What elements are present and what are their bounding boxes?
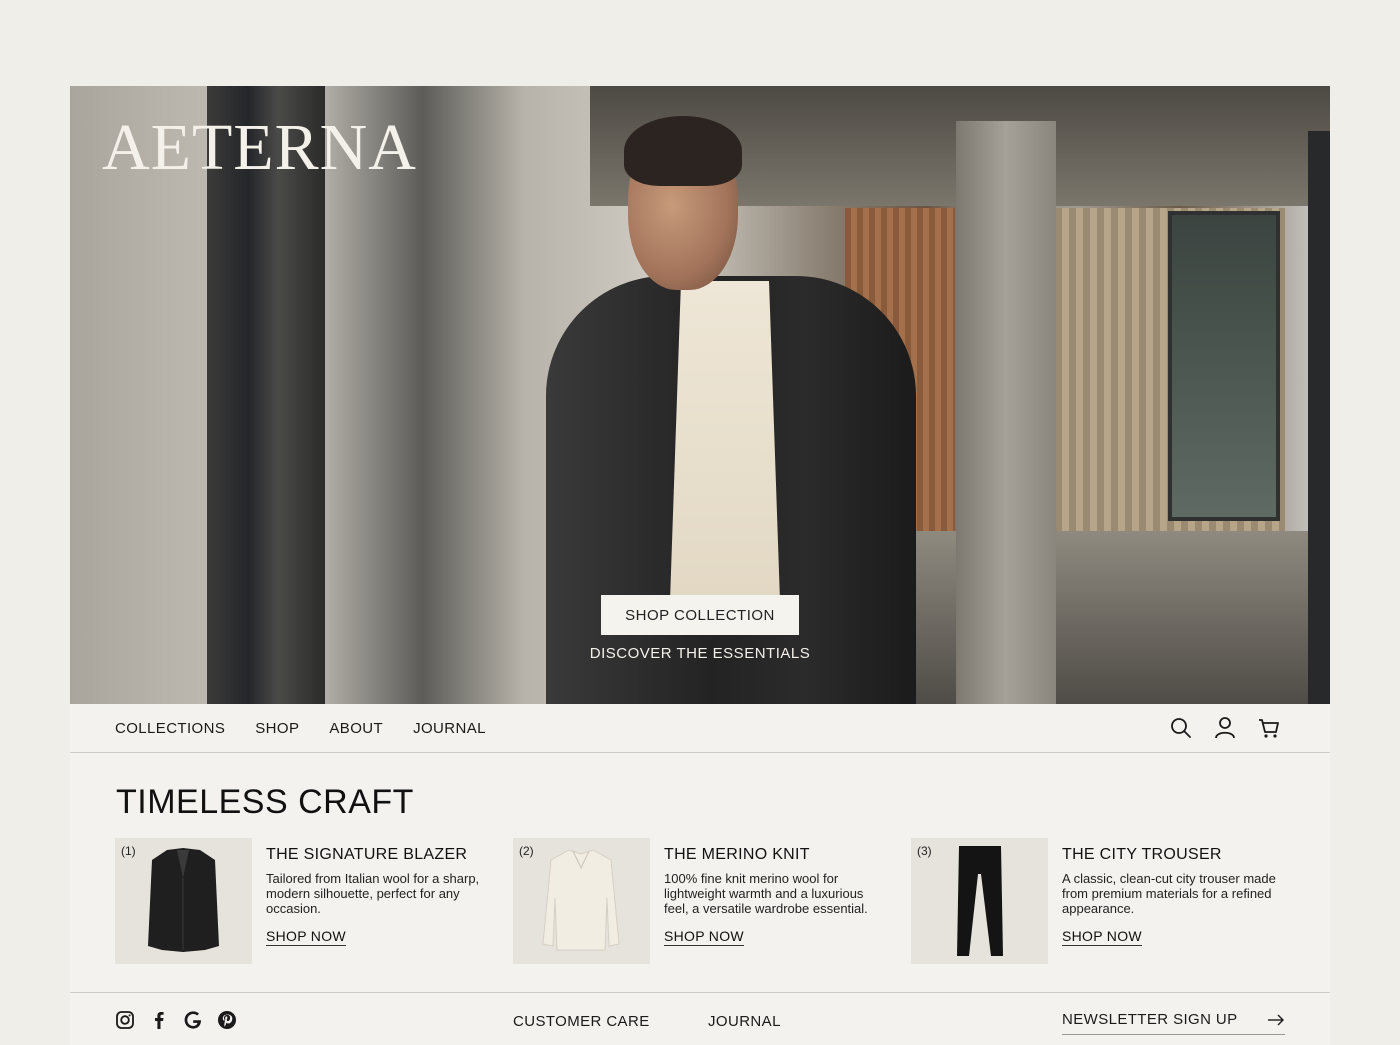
product-card: (2) THE MERINO KNIT 100% fine knit merin…	[513, 838, 893, 964]
section-title: TIMELESS CRAFT	[116, 783, 414, 821]
product-number: (1)	[121, 844, 136, 858]
account-icon[interactable]	[1214, 716, 1236, 740]
cart-icon[interactable]	[1258, 716, 1280, 740]
nav-icons	[1170, 716, 1280, 740]
product-name[interactable]: THE CITY TROUSER	[1062, 846, 1222, 864]
facebook-icon[interactable]	[149, 1010, 169, 1030]
product-description: A classic, clean-cut city trouser made f…	[1062, 871, 1276, 916]
nav-item-shop[interactable]: SHOP	[255, 720, 299, 737]
product-name[interactable]: THE MERINO KNIT	[664, 846, 810, 864]
shop-collection-button[interactable]: SHOP COLLECTION	[601, 595, 799, 635]
product-description: 100% fine knit merino wool for lightweig…	[664, 871, 868, 916]
product-card: (1) THE SIGNATURE BLAZER Tailored from I…	[115, 838, 495, 964]
nav-item-journal[interactable]: JOURNAL	[413, 720, 486, 737]
footer-customer-care-link[interactable]: CUSTOMER CARE	[513, 1013, 650, 1030]
product-name[interactable]: THE SIGNATURE BLAZER	[266, 846, 467, 864]
product-number: (3)	[917, 844, 932, 858]
newsletter-signup-field[interactable]: NEWSLETTER SIGN UP	[1062, 1011, 1285, 1035]
product-card: (3) THE CITY TROUSER A classic, clean-cu…	[911, 838, 1291, 964]
product-list: (1) THE SIGNATURE BLAZER Tailored from I…	[115, 838, 1295, 964]
google-icon[interactable]	[183, 1010, 203, 1030]
shop-now-link[interactable]: SHOP NOW	[664, 928, 744, 946]
nav-item-about[interactable]: ABOUT	[329, 720, 383, 737]
arrow-right-icon[interactable]	[1267, 1013, 1285, 1027]
hero-bg-door	[1168, 211, 1280, 521]
hero-bg-column	[956, 121, 1056, 704]
shop-now-link[interactable]: SHOP NOW	[266, 928, 346, 946]
social-links	[115, 1010, 237, 1030]
model-hair	[624, 116, 742, 186]
model-shirt	[670, 281, 780, 601]
nav-links: COLLECTIONS SHOP ABOUT JOURNAL	[115, 720, 486, 737]
discover-essentials-link[interactable]: DISCOVER THE ESSENTIALS	[550, 645, 850, 662]
pinterest-icon[interactable]	[217, 1010, 237, 1030]
page-frame: AETERNA SHOP COLLECTION DISCOVER THE ESS…	[70, 86, 1330, 1045]
footer: CUSTOMER CARE JOURNAL NEWSLETTER SIGN UP	[70, 992, 1330, 1045]
instagram-icon[interactable]	[115, 1010, 135, 1030]
brand-logo[interactable]: AETERNA	[102, 110, 417, 186]
footer-journal-link[interactable]: JOURNAL	[708, 1013, 781, 1030]
nav-item-collections[interactable]: COLLECTIONS	[115, 720, 225, 737]
main-nav: COLLECTIONS SHOP ABOUT JOURNAL	[70, 704, 1330, 753]
product-description: Tailored from Italian wool for a sharp, …	[266, 871, 480, 916]
product-number: (2)	[519, 844, 534, 858]
newsletter-label: NEWSLETTER SIGN UP	[1062, 1011, 1238, 1028]
hero-bg-frame-edge	[1308, 131, 1330, 704]
hero-banner: AETERNA SHOP COLLECTION DISCOVER THE ESS…	[70, 86, 1330, 704]
shop-now-link[interactable]: SHOP NOW	[1062, 928, 1142, 946]
search-icon[interactable]	[1170, 716, 1192, 740]
